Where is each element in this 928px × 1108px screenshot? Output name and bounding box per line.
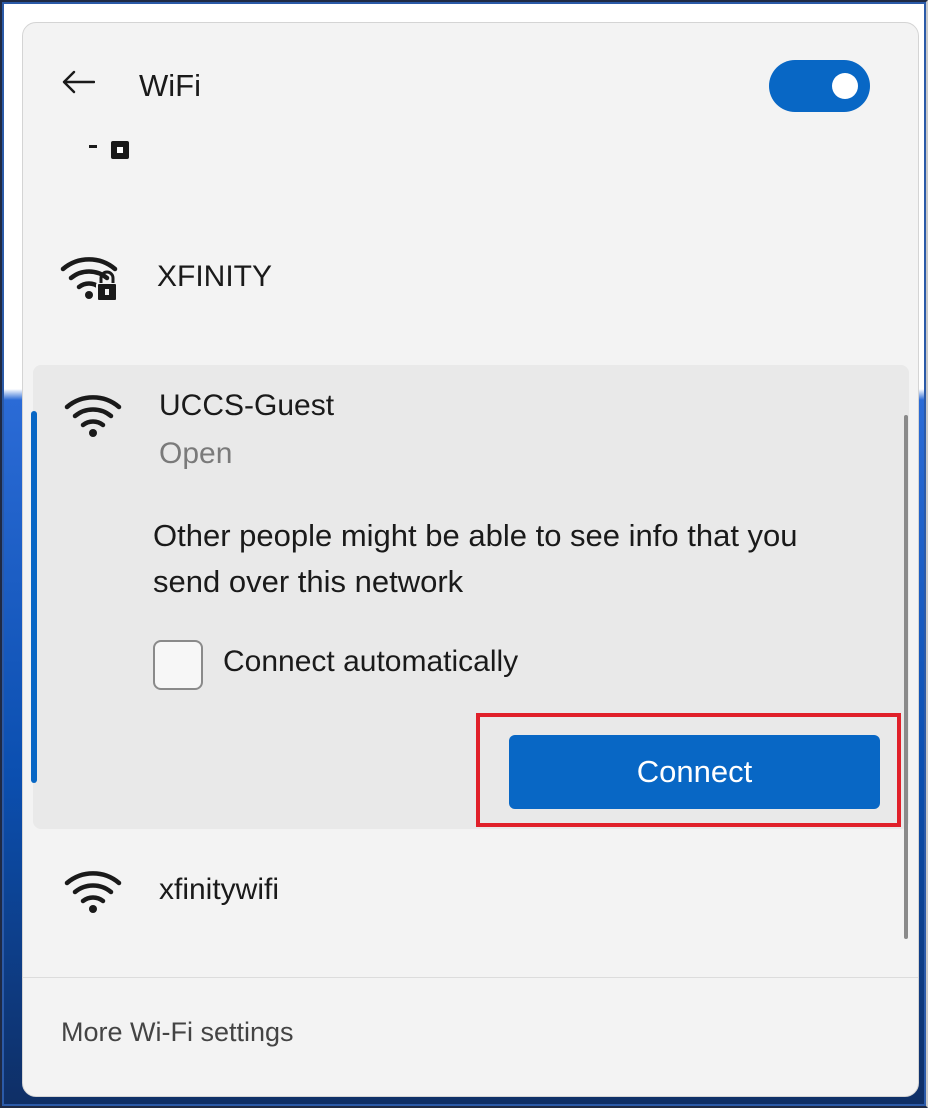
selection-indicator [31,411,37,783]
page-title: WiFi [139,68,201,103]
network-header-uccs-guest[interactable]: UCCS-Guest [23,383,918,443]
wifi-toggle[interactable] [769,60,870,112]
network-name: xfinitywifi [159,873,280,906]
more-wifi-settings-link[interactable]: More Wi-Fi settings [61,1017,294,1048]
network-name: UCCS-Guest [159,389,335,422]
wifi-secured-icon [59,247,119,302]
wifi-flyout-panel: WiFi XFINITY UCCS-Guest Open Other peopl… [22,22,919,1097]
toggle-knob [832,73,858,99]
connect-button[interactable]: Connect [509,735,880,809]
network-item-xfinity[interactable]: XFINITY [23,233,918,323]
wifi-icon [63,863,123,913]
flyout-header: WiFi [23,23,918,143]
wifi-icon [63,387,123,437]
wifi-secured-icon [87,141,131,163]
network-item-xfinitywifi[interactable]: xfinitywifi [23,849,918,939]
network-name: XFINITY [157,260,273,293]
network-status: Open [159,437,233,470]
security-warning: Other people might be able to see info t… [153,518,798,599]
footer-divider [23,977,918,978]
connect-automatically-label: Connect automatically [223,645,519,678]
arrow-left-icon[interactable] [61,65,95,99]
connect-automatically-checkbox[interactable] [153,640,203,690]
